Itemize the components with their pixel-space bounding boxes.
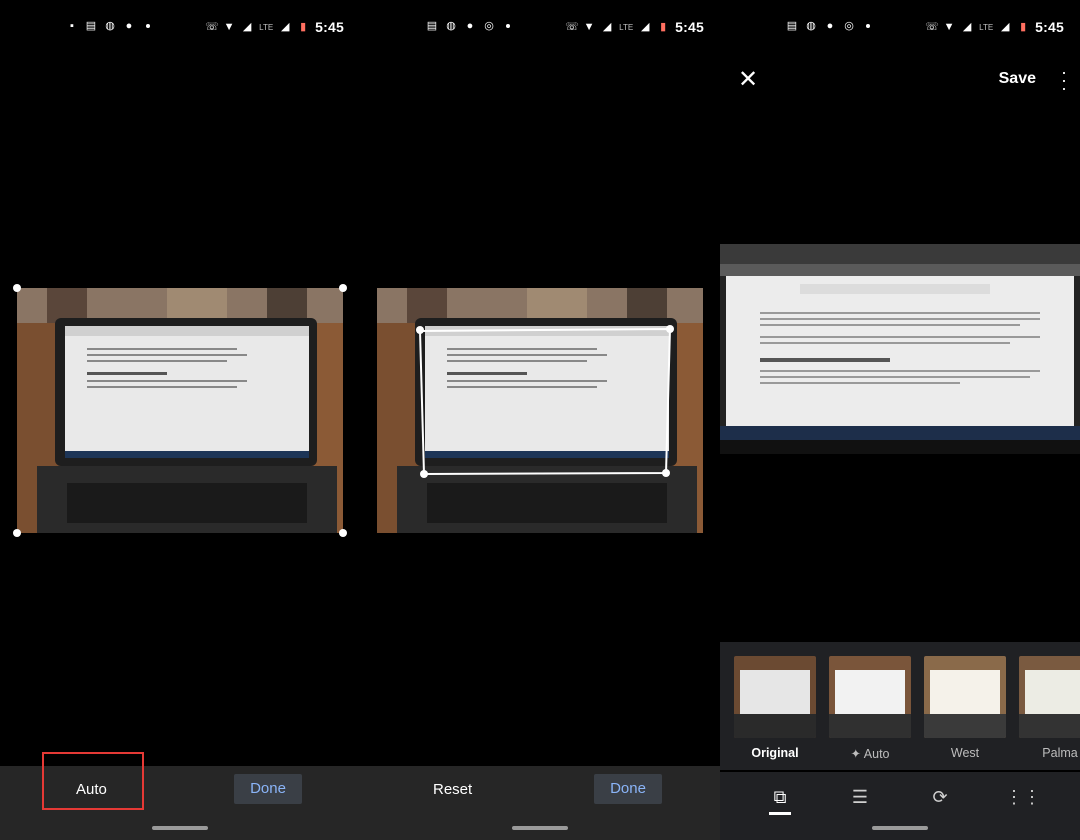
filter-auto[interactable]: ✦ Auto [829,656,911,761]
signal-icon: ◢ [962,21,972,33]
nav-handle[interactable] [512,826,568,830]
battery-icon: ▮ [300,21,307,33]
wifi-icon: ▼ [583,21,595,33]
crop-handle[interactable] [339,529,347,537]
crop-handle[interactable] [13,284,21,292]
more-notifications-icon [866,24,870,28]
sparkle-icon: ✦ [850,747,861,761]
filter-label: West [950,746,980,760]
laptop-photo [377,288,703,533]
message-icon: ▤ [426,20,438,32]
filter-thumbnail [1019,656,1080,738]
instagram-icon: ◎ [484,20,494,32]
rotate-icon[interactable]: ⟳ [925,782,955,812]
nav-handle[interactable] [872,826,928,830]
wifi-icon: ▼ [223,21,235,33]
signal-icon: ◢ [602,21,612,33]
status-bar: ▪ ▤ ◍ ● ☏ ▼ ◢ LTE ◢ ▮ 5:45 [0,14,360,42]
battery-icon: ▮ [660,21,667,33]
save-button[interactable]: Save [999,70,1036,88]
crop-handle[interactable] [666,325,674,333]
crop-rotate-icon[interactable]: ⧉ [765,782,795,812]
signal-icon: ◢ [1000,21,1010,33]
lte-label: LTE [619,22,634,32]
whatsapp-icon: ◍ [105,20,115,32]
crop-handle[interactable] [662,469,670,477]
status-bar: ▤ ◍ ● ◎ ☏ ▼ ◢ LTE ◢ ▮ 5:45 [360,14,720,42]
photo-preview[interactable] [377,288,703,533]
wifi-icon: ▼ [943,21,955,33]
filter-label: Palma [1042,746,1078,760]
vibrate-icon: ☏ [565,21,579,33]
filter-thumbnail [924,656,1006,738]
vibrate-icon: ☏ [925,21,939,33]
image-icon: ▪ [70,20,74,32]
cropped-photo[interactable] [720,244,1080,454]
filter-thumbnail [829,656,911,738]
filter-original[interactable]: Original [734,656,816,760]
facebook-icon: ● [826,20,834,32]
done-button[interactable]: Done [594,774,662,804]
signal-icon: ◢ [242,21,252,33]
reset-button[interactable]: Reset [433,781,472,798]
filter-palma[interactable]: Palma [1019,656,1080,760]
crop-handle[interactable] [416,326,424,334]
adjust-sliders-icon[interactable]: ☰ [845,782,875,812]
filter-strip: Original ✦ Auto West Palma [720,642,1080,770]
whatsapp-icon: ◍ [446,20,456,32]
signal-icon: ◢ [640,21,650,33]
more-notifications-icon [506,24,510,28]
more-options-icon[interactable]: · · · [1058,63,1070,97]
done-button[interactable]: Done [234,774,302,804]
crop-handle[interactable] [420,470,428,478]
lte-label: LTE [979,22,994,32]
clock: 5:45 [315,19,344,35]
laptop-photo [17,288,343,533]
close-icon[interactable]: ✕ [734,66,762,94]
crop-handle[interactable] [13,529,21,537]
battery-icon: ▮ [1020,21,1027,33]
photo-preview[interactable] [17,288,343,533]
filter-thumbnail [734,656,816,738]
facebook-icon: ● [466,20,474,32]
message-icon: ▤ [85,20,97,32]
active-tool-indicator [769,812,791,815]
grid-icon[interactable]: ⋮⋮ [1005,782,1041,812]
whatsapp-icon: ◍ [806,20,816,32]
crop-handle[interactable] [339,284,347,292]
crop-screen-auto: ▪ ▤ ◍ ● ☏ ▼ ◢ LTE ◢ ▮ 5:45 Auto Done [0,0,360,840]
clock: 5:45 [675,19,704,35]
clock: 5:45 [1035,19,1064,35]
edit-screen: ▤ ◍ ● ◎ ☏ ▼ ◢ LTE ◢ ▮ 5:45 ✕ Save ··· [720,0,1080,840]
crop-screen-document: ▤ ◍ ● ◎ ☏ ▼ ◢ LTE ◢ ▮ 5:45 Reset Done [360,0,720,840]
nav-handle[interactable] [152,826,208,830]
more-notifications-icon [146,24,150,28]
lte-label: LTE [259,22,274,32]
message-icon: ▤ [786,20,798,32]
filter-label: Auto [863,747,890,761]
vibrate-icon: ☏ [205,21,219,33]
highlight-box [42,752,144,810]
status-bar: ▤ ◍ ● ◎ ☏ ▼ ◢ LTE ◢ ▮ 5:45 [720,14,1080,42]
filter-west[interactable]: West [924,656,1006,760]
cropped-screen-photo [720,244,1080,454]
instagram-icon: ◎ [844,20,854,32]
signal-icon: ◢ [280,21,290,33]
facebook-icon: ● [125,20,133,32]
filter-label: Original [751,746,799,760]
